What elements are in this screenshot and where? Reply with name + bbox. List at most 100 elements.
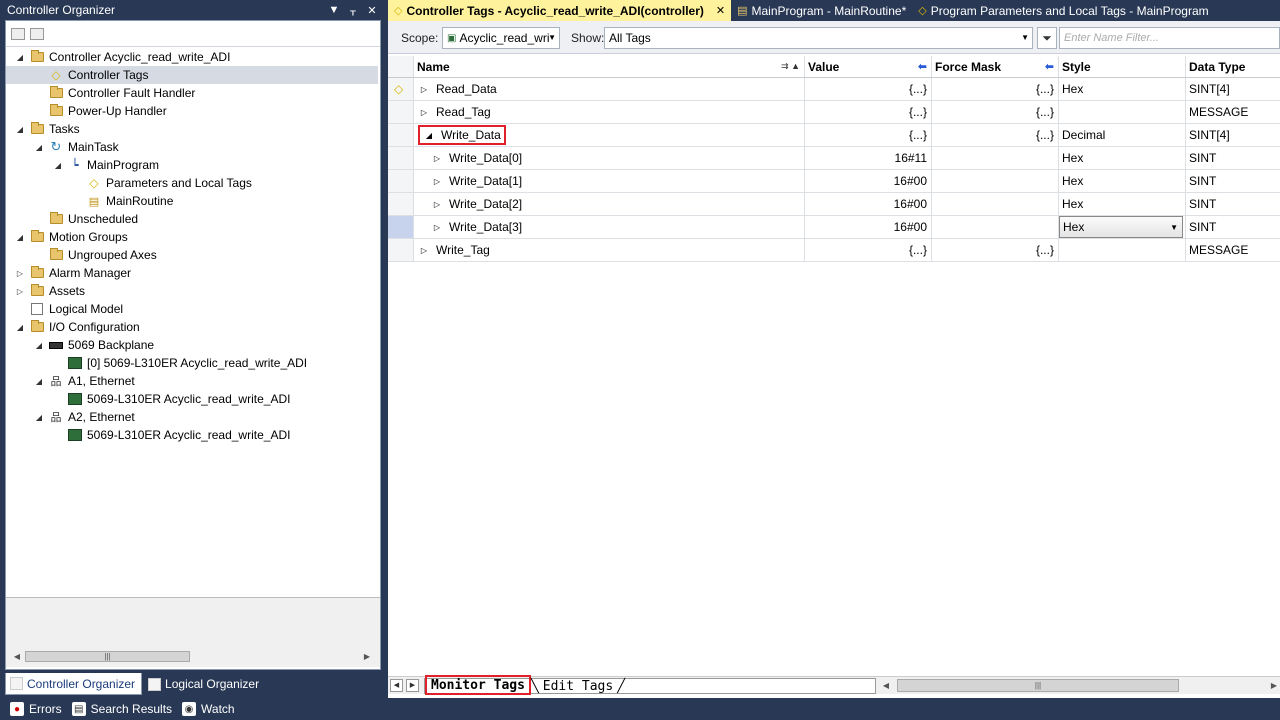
tag-value-cell[interactable]: {...} [805,78,932,100]
tab-program-parameters[interactable]: ◇ Program Parameters and Local Tags - Ma… [912,0,1214,21]
data-type-cell[interactable]: MESSAGE [1186,101,1280,123]
grid-hscrollbar[interactable]: ◀ ||| ▶ [880,679,1280,692]
tag-name-cell[interactable]: ▷ Write_Data[2] [414,193,805,215]
tree-item[interactable]: Power-Up Handler [33,102,167,120]
expand-toggle-icon[interactable]: ▷ [431,154,443,163]
tag-row[interactable]: ◇ ▷ Read_Data {...} {...} Hex SINT[4] [388,78,1280,101]
data-type-cell[interactable]: MESSAGE [1186,239,1280,261]
expand-toggle-icon[interactable]: ▷ [14,287,26,296]
expand-toggle-icon[interactable]: ◢ [33,413,45,422]
header-force-mask[interactable]: Force Mask ⬅ [932,56,1059,77]
force-mask-cell[interactable]: {...} [932,124,1059,146]
tree-item[interactable]: Controller Fault Handler [33,84,195,102]
expand-all-icon[interactable] [30,27,44,40]
force-mask-cell[interactable] [932,193,1059,215]
style-cell[interactable]: Hex [1059,147,1186,169]
expand-toggle-icon[interactable]: ◢ [33,143,45,152]
tree-item[interactable]: ▷ Assets [14,282,85,300]
data-type-cell[interactable]: SINT [1186,147,1280,169]
expand-toggle-icon[interactable]: ▷ [418,85,430,94]
expand-toggle-icon[interactable]: ◢ [52,161,64,170]
row-selector[interactable] [388,170,414,192]
pin-icon[interactable]: ᚁ [345,4,361,17]
sheet-prev-icon[interactable]: ◀ [390,679,403,692]
tree-item[interactable]: ◢ I/O Configuration [14,318,140,336]
panel-menu-icon[interactable]: ▼ [326,4,342,16]
force-mask-cell[interactable]: {...} [932,101,1059,123]
tag-value-cell[interactable]: 16#00 [805,216,932,238]
header-value[interactable]: Value ⬅ [805,56,932,77]
tree-item[interactable]: ◢ 品 A2, Ethernet [33,408,135,426]
name-filter-input[interactable]: Enter Name Filter... [1059,27,1280,49]
header-name[interactable]: Name ⇉ ▲ [414,56,805,77]
style-cell[interactable] [1059,239,1186,261]
tag-name-cell[interactable]: ▷ Write_Tag [414,239,805,261]
tag-value-cell[interactable]: {...} [805,239,932,261]
force-mask-cell[interactable]: {...} [932,239,1059,261]
force-mask-cell[interactable]: {...} [932,78,1059,100]
style-cell[interactable]: Hex [1059,193,1186,215]
tree-item[interactable]: Unscheduled [33,210,138,228]
search-results-tab[interactable]: ▤ Search Results [71,702,172,716]
data-type-cell[interactable]: SINT [1186,170,1280,192]
data-type-cell[interactable]: SINT [1186,216,1280,238]
expand-toggle-icon[interactable]: ▷ [14,269,26,278]
tree-item[interactable]: ◇ Controller Tags [6,66,378,84]
row-selector[interactable] [388,193,414,215]
scroll-right-icon[interactable]: ▶ [361,652,373,661]
tree-item[interactable]: ▷ Alarm Manager [14,264,131,282]
tree-item[interactable]: ◢ Tasks [14,120,80,138]
row-selector[interactable] [388,147,414,169]
scroll-left-icon[interactable]: ◀ [11,652,23,661]
errors-tab[interactable]: ● Errors [10,702,62,716]
tree-item[interactable]: ◇ Parameters and Local Tags [71,174,252,192]
tag-name-cell[interactable]: ▷ Write_Data[1] [414,170,805,192]
tag-row[interactable]: ▷ Write_Data[3] 16#00 Hex ▼ SINT [388,216,1280,239]
expand-toggle-icon[interactable]: ▷ [431,223,443,232]
row-selector[interactable]: ◇ [388,78,414,100]
tree-item[interactable]: [0] 5069-L310ER Acyclic_read_write_ADI [52,354,307,372]
header-style[interactable]: Style [1059,56,1186,77]
tree-item[interactable]: ◢ ┕ MainProgram [52,156,159,174]
tab-logical-organizer[interactable]: Logical Organizer [144,673,265,695]
force-mask-cell[interactable] [932,216,1059,238]
tab-monitor-tags[interactable]: Monitor Tags [425,675,531,695]
force-mask-cell[interactable] [932,147,1059,169]
expand-toggle-icon[interactable]: ▷ [431,200,443,209]
tag-value-cell[interactable]: 16#11 [805,147,932,169]
scope-select[interactable]: ▣ Acyclic_read_wri ▼ [442,27,560,49]
close-icon[interactable]: ✕ [364,4,380,17]
organizer-hscrollbar[interactable]: ◀ ||| ▶ [11,650,373,663]
expand-toggle-icon[interactable]: ▷ [418,246,430,255]
expand-toggle-icon[interactable]: ◢ [14,233,26,242]
tree-item[interactable]: ◢ Controller Acyclic_read_write_ADI [14,48,230,66]
scroll-left-icon[interactable]: ◀ [880,681,892,690]
pin-left-icon[interactable]: ⬅ [918,60,927,73]
sheet-next-icon[interactable]: ▶ [406,679,419,692]
header-data-type[interactable]: Data Type [1186,56,1280,77]
row-selector[interactable] [388,124,414,146]
tree-item[interactable]: ◢ 品 A1, Ethernet [33,372,135,390]
tag-value-cell[interactable]: 16#00 [805,193,932,215]
tag-row[interactable]: ▷ Write_Data[1] 16#00 Hex SINT [388,170,1280,193]
collapse-all-icon[interactable] [11,27,25,40]
tag-name-cell[interactable]: ▷ Write_Data[0] [414,147,805,169]
data-type-cell[interactable]: SINT[4] [1186,124,1280,146]
scroll-thumb[interactable]: ||| [25,651,190,662]
expand-toggle-icon[interactable]: ◢ [14,323,26,332]
tag-row[interactable]: ▷ Read_Tag {...} {...} MESSAGE [388,101,1280,124]
row-selector[interactable] [388,101,414,123]
tag-name-cell[interactable]: ▷ Read_Data [414,78,805,100]
pin-left-icon[interactable]: ⬅ [1045,60,1054,73]
show-select[interactable]: All Tags ▼ [604,27,1033,49]
tree-item[interactable]: ◢ Motion Groups [14,228,128,246]
filter-icon[interactable]: ⏷ [1037,27,1057,49]
row-selector[interactable] [388,239,414,261]
style-select[interactable]: Hex ▼ [1059,216,1183,238]
data-type-cell[interactable]: SINT [1186,193,1280,215]
tree-item[interactable]: ▤ MainRoutine [71,192,174,210]
scroll-right-icon[interactable]: ▶ [1268,681,1280,690]
tree-item[interactable]: 5069-L310ER Acyclic_read_write_ADI [52,426,290,444]
style-cell[interactable] [1059,101,1186,123]
expand-toggle-icon[interactable]: ▷ [418,108,430,117]
